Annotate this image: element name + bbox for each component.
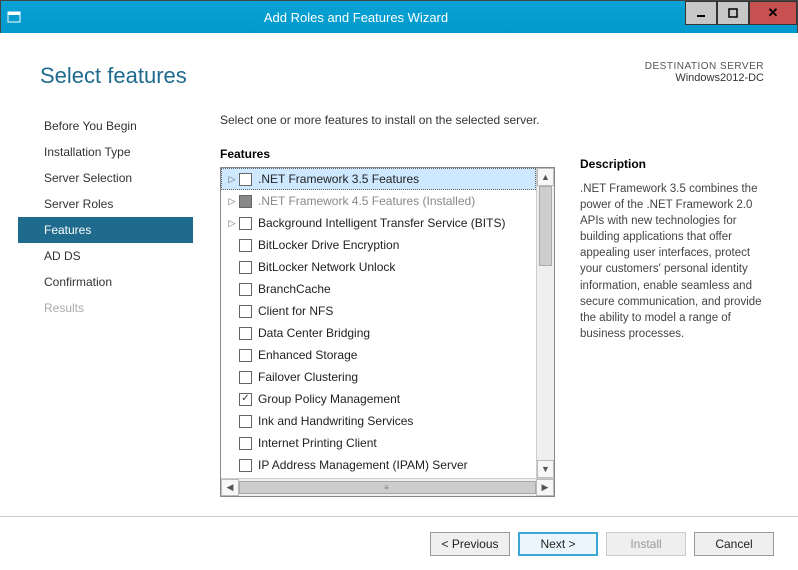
expand-icon[interactable]: ▷ [227,218,237,229]
feature-checkbox[interactable] [239,195,252,208]
feature-label: Ink and Handwriting Services [258,414,413,428]
description-panel: Description .NET Framework 3.5 combines … [580,157,768,342]
feature-checkbox[interactable] [239,283,252,296]
feature-label: BitLocker Network Unlock [258,260,395,274]
feature-checkbox[interactable] [239,415,252,428]
wizard-nav: Before You BeginInstallation TypeServer … [18,113,193,321]
title-bar[interactable]: Add Roles and Features Wizard ✕ [1,1,797,33]
feature-row[interactable]: ▷ .NET Framework 4.5 Features (Installed) [221,190,536,212]
scroll-up-button[interactable]: ▲ [537,168,554,186]
feature-row[interactable]: Internet Printing Client [221,432,536,454]
feature-row[interactable]: Group Policy Management [221,388,536,410]
nav-item-confirmation[interactable]: Confirmation [18,269,193,295]
feature-checkbox[interactable] [239,239,252,252]
next-button[interactable]: Next > [518,532,598,556]
system-menu-icon[interactable] [1,1,27,33]
feature-label: BitLocker Drive Encryption [258,238,399,252]
expand-icon[interactable]: ▷ [227,174,237,185]
scroll-thumb-horizontal[interactable]: ≡ [239,481,536,494]
feature-checkbox[interactable] [239,459,252,472]
minimize-button[interactable] [685,1,717,25]
feature-checkbox[interactable] [239,173,252,186]
instruction-text: Select one or more features to install o… [220,113,770,127]
horizontal-scrollbar[interactable]: ◀ ≡ ▶ [221,478,554,496]
feature-row[interactable]: BitLocker Network Unlock [221,256,536,278]
nav-item-features[interactable]: Features [18,217,193,243]
nav-item-ad-ds[interactable]: AD DS [18,243,193,269]
nav-item-before-you-begin[interactable]: Before You Begin [18,113,193,139]
feature-row[interactable]: Enhanced Storage [221,344,536,366]
feature-checkbox[interactable] [239,327,252,340]
feature-label: Client for NFS [258,304,333,318]
destination-value: Windows2012-DC [645,72,764,84]
feature-checkbox[interactable] [239,217,252,230]
feature-checkbox[interactable] [239,305,252,318]
feature-row[interactable]: BranchCache [221,278,536,300]
scroll-right-button[interactable]: ▶ [536,479,554,496]
close-button[interactable]: ✕ [749,1,797,25]
vertical-scrollbar[interactable]: ▲ ▼ [536,168,554,478]
feature-checkbox[interactable] [239,437,252,450]
feature-row[interactable]: Failover Clustering [221,366,536,388]
features-listbox[interactable]: ▷ .NET Framework 3.5 Features ▷ .NET Framew… [220,167,555,497]
maximize-button[interactable] [717,1,749,25]
scroll-left-button[interactable]: ◀ [221,479,239,496]
feature-checkbox[interactable] [239,371,252,384]
wizard-footer: < Previous Next > Install Cancel [0,516,798,570]
destination-server-info: DESTINATION SERVER Windows2012-DC [645,61,764,84]
feature-checkbox[interactable] [239,261,252,274]
destination-label: DESTINATION SERVER [645,61,764,72]
feature-label: Internet Printing Client [258,436,377,450]
cancel-button[interactable]: Cancel [694,532,774,556]
feature-row[interactable]: ▷ Background Intelligent Transfer Service… [221,212,536,234]
feature-row[interactable]: Data Center Bridging [221,322,536,344]
feature-label: Background Intelligent Transfer Service … [258,216,505,230]
install-button[interactable]: Install [606,532,686,556]
expand-icon[interactable]: ▷ [227,196,237,207]
feature-row[interactable]: Client for NFS [221,300,536,322]
description-header: Description [580,157,768,171]
feature-label: .NET Framework 3.5 Features [258,172,419,186]
scroll-down-button[interactable]: ▼ [537,460,554,478]
nav-item-server-selection[interactable]: Server Selection [18,165,193,191]
feature-row[interactable]: ▷ .NET Framework 3.5 Features [221,168,536,190]
feature-label: .NET Framework 4.5 Features (Installed) [258,194,475,208]
feature-row[interactable]: IP Address Management (IPAM) Server [221,454,536,476]
window-controls: ✕ [685,1,797,33]
nav-item-server-roles[interactable]: Server Roles [18,191,193,217]
page-title: Select features [40,63,187,89]
feature-label: BranchCache [258,282,331,296]
feature-label: Enhanced Storage [258,348,357,362]
description-body: .NET Framework 3.5 combines the power of… [580,181,768,342]
nav-item-installation-type[interactable]: Installation Type [18,139,193,165]
feature-checkbox[interactable] [239,393,252,406]
nav-item-results: Results [18,295,193,321]
feature-label: Group Policy Management [258,392,400,406]
feature-row[interactable]: Ink and Handwriting Services [221,410,536,432]
feature-checkbox[interactable] [239,349,252,362]
previous-button[interactable]: < Previous [430,532,510,556]
feature-label: Data Center Bridging [258,326,370,340]
window-title: Add Roles and Features Wizard [27,10,685,25]
scroll-thumb-vertical[interactable] [539,186,552,266]
feature-row[interactable]: BitLocker Drive Encryption [221,234,536,256]
feature-label: Failover Clustering [258,370,358,384]
feature-label: IP Address Management (IPAM) Server [258,458,468,472]
